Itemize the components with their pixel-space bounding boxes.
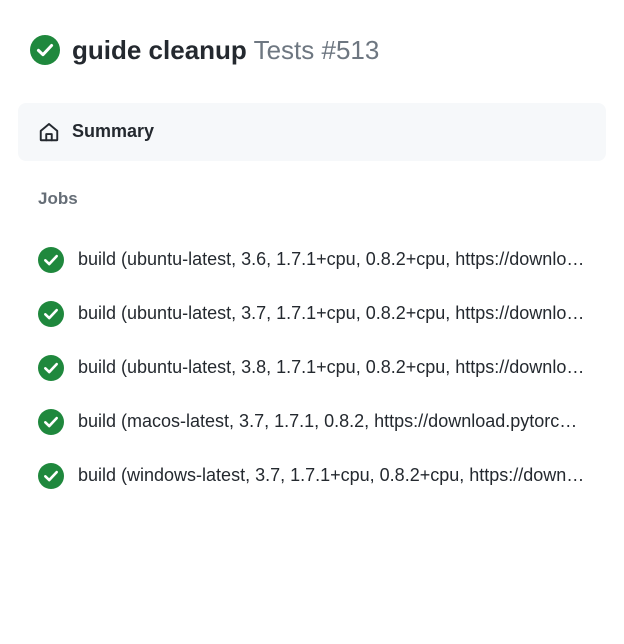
job-label: build (ubuntu-latest, 3.6, 1.7.1+cpu, 0.… — [78, 248, 586, 271]
page-title-text[interactable]: guide cleanup Tests #513 — [72, 34, 379, 67]
status-success-icon — [30, 35, 60, 65]
workflow-title: guide cleanup — [72, 35, 247, 65]
workflow-name: Tests — [254, 35, 315, 65]
job-label: build (ubuntu-latest, 3.7, 1.7.1+cpu, 0.… — [78, 302, 586, 325]
job-item[interactable]: build (ubuntu-latest, 3.8, 1.7.1+cpu, 0.… — [18, 341, 606, 395]
jobs-heading: Jobs — [18, 189, 606, 209]
status-success-icon — [38, 247, 64, 273]
home-icon — [38, 121, 60, 143]
run-number: #513 — [322, 35, 380, 65]
sidebar-panel: Summary Jobs build (ubuntu-latest, 3.6, … — [18, 103, 606, 503]
job-label: build (ubuntu-latest, 3.8, 1.7.1+cpu, 0.… — [78, 356, 586, 379]
status-success-icon — [38, 463, 64, 489]
job-label: build (windows-latest, 3.7, 1.7.1+cpu, 0… — [78, 464, 586, 487]
page-title: guide cleanup Tests #513 — [18, 34, 606, 67]
job-item[interactable]: build (windows-latest, 3.7, 1.7.1+cpu, 0… — [18, 449, 606, 503]
job-label: build (macos-latest, 3.7, 1.7.1, 0.8.2, … — [78, 410, 586, 433]
job-item[interactable]: build (macos-latest, 3.7, 1.7.1, 0.8.2, … — [18, 395, 606, 449]
status-success-icon — [38, 301, 64, 327]
job-item[interactable]: build (ubuntu-latest, 3.7, 1.7.1+cpu, 0.… — [18, 287, 606, 341]
status-success-icon — [38, 355, 64, 381]
status-success-icon — [38, 409, 64, 435]
summary-link[interactable]: Summary — [18, 103, 606, 161]
job-list: build (ubuntu-latest, 3.6, 1.7.1+cpu, 0.… — [18, 233, 606, 503]
summary-label: Summary — [72, 121, 154, 142]
job-item[interactable]: build (ubuntu-latest, 3.6, 1.7.1+cpu, 0.… — [18, 233, 606, 287]
